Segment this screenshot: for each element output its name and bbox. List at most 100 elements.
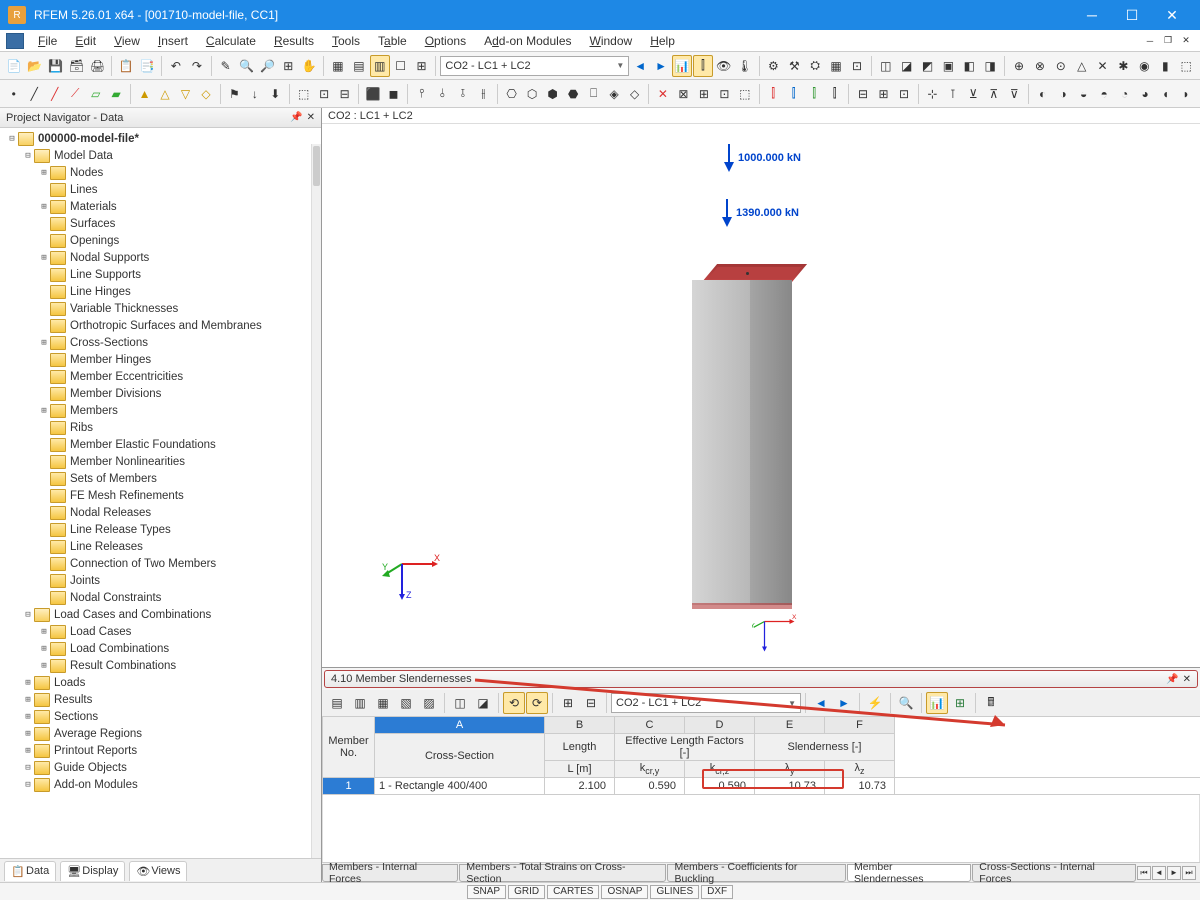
- save-icon[interactable]: 💾: [46, 55, 66, 77]
- res-tb6-icon[interactable]: ◫: [449, 692, 471, 714]
- res1-icon[interactable]: ⫿: [763, 83, 782, 105]
- res-tb3-icon[interactable]: ▦: [372, 692, 394, 714]
- res-tb10-icon[interactable]: ⊞: [557, 692, 579, 714]
- set7-icon[interactable]: ◇: [625, 83, 644, 105]
- tab-last-icon[interactable]: ⏭: [1182, 866, 1196, 880]
- cell-length[interactable]: 2.100: [545, 778, 615, 795]
- tree-item-line-release-types[interactable]: Line Release Types: [0, 521, 321, 538]
- cell-kcry[interactable]: 0.590: [615, 778, 685, 795]
- sup4-icon[interactable]: ◇: [196, 83, 215, 105]
- menu-file[interactable]: File: [30, 32, 65, 50]
- res-calc-icon[interactable]: 🖩: [980, 692, 1002, 714]
- set6-icon[interactable]: ◈: [604, 83, 623, 105]
- calc1-icon[interactable]: ⚙: [763, 55, 783, 77]
- res3-icon[interactable]: ⫿: [804, 83, 823, 105]
- set2-icon[interactable]: ⬡: [522, 83, 541, 105]
- col-letter-c[interactable]: C: [615, 717, 685, 734]
- results-pin-icon[interactable]: 📌: [1166, 674, 1178, 685]
- print-icon[interactable]: 🖨: [88, 55, 108, 77]
- mode2-icon[interactable]: ◑: [1053, 83, 1072, 105]
- table-row[interactable]: 1 1 - Rectangle 400/400 2.100 0.590 0.59…: [323, 778, 1200, 795]
- member-icon[interactable]: ╱: [45, 83, 64, 105]
- status-snap[interactable]: SNAP: [467, 885, 506, 899]
- res-tb7-icon[interactable]: ◪: [472, 692, 494, 714]
- tree-item-openings[interactable]: Openings: [0, 232, 321, 249]
- menu-help[interactable]: Help: [642, 32, 683, 50]
- set4-icon[interactable]: ⬣: [563, 83, 582, 105]
- status-grid[interactable]: GRID: [508, 885, 545, 899]
- menu-table[interactable]: Table: [370, 32, 415, 50]
- heat-icon[interactable]: 🌡: [735, 55, 755, 77]
- cell-lambda-z[interactable]: 10.73: [825, 778, 895, 795]
- sup2-icon[interactable]: △: [155, 83, 174, 105]
- res-tb11-icon[interactable]: ⊟: [580, 692, 602, 714]
- cs2-icon[interactable]: ◼: [384, 83, 403, 105]
- load1-icon[interactable]: ⬇: [266, 83, 285, 105]
- set5-icon[interactable]: ⎕: [584, 83, 603, 105]
- module6-icon[interactable]: ◨: [980, 55, 1000, 77]
- layer2-icon[interactable]: ▥: [370, 55, 390, 77]
- calc2-icon[interactable]: ⚒: [784, 55, 804, 77]
- menu-tools[interactable]: Tools: [324, 32, 368, 50]
- res-tb4-icon[interactable]: ▧: [395, 692, 417, 714]
- res-tb9-icon[interactable]: ⟳: [526, 692, 548, 714]
- misc4-icon[interactable]: ⫲: [474, 83, 493, 105]
- results-on-icon[interactable]: 📊: [672, 55, 692, 77]
- windows-icon[interactable]: ⊞: [412, 55, 432, 77]
- res-find-icon[interactable]: 🔍: [895, 692, 917, 714]
- nav-tab-data[interactable]: 📋Data: [4, 861, 56, 881]
- sec1-icon[interactable]: ✕: [653, 83, 672, 105]
- tree-load-cases[interactable]: ⊟Load Cases and Combinations: [0, 606, 321, 623]
- sec2-icon[interactable]: ⊠: [674, 83, 693, 105]
- tree-item-member-divisions[interactable]: Member Divisions: [0, 385, 321, 402]
- loadcase-combo[interactable]: CO2 - LC1 + LC2▼: [440, 56, 629, 76]
- tab-prev-icon[interactable]: ◄: [1152, 866, 1166, 880]
- ucs4-icon[interactable]: ⊼: [984, 83, 1003, 105]
- res4-icon[interactable]: ⫿: [825, 83, 844, 105]
- status-glines[interactable]: GLINES: [650, 885, 699, 899]
- res-tab-cs-forces[interactable]: Cross-Sections - Internal Forces: [972, 864, 1136, 882]
- tree-item-load-cases[interactable]: ⊞Load Cases: [0, 623, 321, 640]
- tree-item-line-releases[interactable]: Line Releases: [0, 538, 321, 555]
- tree-item-connection-of-two-members[interactable]: Connection of Two Members: [0, 555, 321, 572]
- results-axis-icon[interactable]: ⫿: [693, 55, 713, 77]
- menu-results[interactable]: Results: [266, 32, 322, 50]
- misc3-icon[interactable]: ⫱: [453, 83, 472, 105]
- tree-item-printout-reports[interactable]: ⊞Printout Reports: [0, 742, 321, 759]
- tree-item-orthotropic-surfaces-and-membranes[interactable]: Orthotropic Surfaces and Membranes: [0, 317, 321, 334]
- set3-icon[interactable]: ⬢: [543, 83, 562, 105]
- sec4-icon[interactable]: ⊡: [715, 83, 734, 105]
- tree-item-member-nonlinearities[interactable]: Member Nonlinearities: [0, 453, 321, 470]
- member2-icon[interactable]: ⟋: [65, 83, 84, 105]
- ext6-icon[interactable]: ✱: [1114, 55, 1134, 77]
- sup1-icon[interactable]: ▲: [135, 83, 154, 105]
- calc4-icon[interactable]: ⊡: [847, 55, 867, 77]
- sec5-icon[interactable]: ⬚: [735, 83, 754, 105]
- tree-root[interactable]: ⊟000000-model-file*: [0, 130, 321, 147]
- navigator-tree[interactable]: ⊟000000-model-file* ⊟Model Data ⊞Nodes L…: [0, 128, 321, 858]
- menu-calculate[interactable]: Calculate: [198, 32, 264, 50]
- ext8-icon[interactable]: ▮: [1155, 55, 1175, 77]
- menu-edit[interactable]: Edit: [67, 32, 104, 50]
- tree-item-result-combinations[interactable]: ⊞Result Combinations: [0, 657, 321, 674]
- saveall-icon[interactable]: 🗃: [67, 55, 87, 77]
- cell-lambda-y[interactable]: 10.73: [755, 778, 825, 795]
- menu-insert[interactable]: Insert: [150, 32, 196, 50]
- tree-item-member-hinges[interactable]: Member Hinges: [0, 351, 321, 368]
- ucs5-icon[interactable]: ⊽: [1005, 83, 1024, 105]
- column-member[interactable]: [702, 264, 802, 609]
- mode8-icon[interactable]: ◗: [1176, 83, 1195, 105]
- mdi-close[interactable]: ✕: [1178, 34, 1194, 48]
- cs1-icon[interactable]: ⬛: [363, 83, 382, 105]
- tree-model-data[interactable]: ⊟Model Data: [0, 147, 321, 164]
- filt3-icon[interactable]: ⊡: [894, 83, 913, 105]
- results-close-icon[interactable]: ✕: [1183, 674, 1191, 685]
- prev-lc-icon[interactable]: ◄: [630, 55, 650, 77]
- module4-icon[interactable]: ▣: [939, 55, 959, 77]
- res-tb5-icon[interactable]: ▨: [418, 692, 440, 714]
- tree-item-sections[interactable]: ⊞Sections: [0, 708, 321, 725]
- tree-item-variable-thicknesses[interactable]: Variable Thicknesses: [0, 300, 321, 317]
- mdi-restore[interactable]: ❐: [1160, 34, 1176, 48]
- ucs3-icon[interactable]: ⊻: [964, 83, 983, 105]
- doc-icon[interactable]: 📑: [137, 55, 157, 77]
